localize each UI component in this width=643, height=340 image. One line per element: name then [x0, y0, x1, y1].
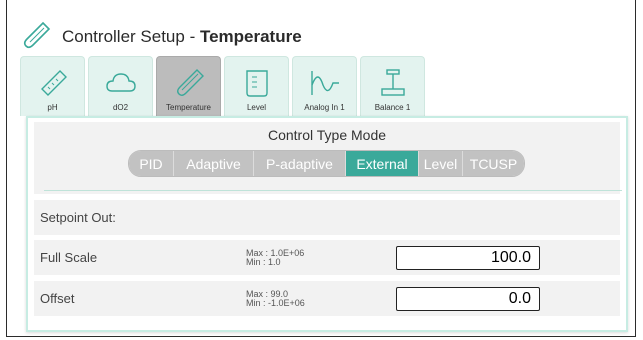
control-mode-selector: PID Adaptive P-adaptive External Level T… [128, 150, 525, 177]
ph-probe-icon [40, 70, 67, 96]
mode-option-pid[interactable]: PID [129, 151, 174, 176]
tab-label: Level [246, 103, 267, 112]
tab-analog-in-1[interactable]: Analog In 1 [292, 56, 357, 116]
tab-label: Balance 1 [374, 103, 411, 112]
waveform-icon [310, 71, 339, 95]
full-scale-row: Full Scale Max : 1.0E+06 Min : 1.0 [34, 240, 620, 275]
setpoint-row: Setpoint Out: [34, 200, 620, 235]
full-scale-min: Min : 1.0 [246, 256, 281, 267]
tab-label: Analog In 1 [304, 103, 345, 112]
offset-min: Min : -1.0E+06 [246, 297, 305, 308]
title-bold: Temperature [199, 27, 302, 46]
offset-range: Max : 99.0 Min : -1.0E+06 [246, 289, 305, 308]
tab-temperature[interactable]: Temperature [156, 56, 221, 116]
offset-label: Offset [40, 291, 75, 306]
tab-level[interactable]: Level [224, 56, 289, 116]
mode-option-tcusp[interactable]: TCUSP [463, 151, 524, 176]
full-scale-input[interactable] [396, 245, 540, 270]
settings-panel: Control Type Mode PID Adaptive P-adaptiv… [26, 116, 628, 332]
sensor-tabs: pH dO2 Temperature Level Analog In 1 Bal… [20, 56, 425, 116]
tab-do2[interactable]: dO2 [88, 56, 153, 116]
divider [44, 190, 622, 191]
tab-balance-1[interactable]: Balance 1 [360, 56, 425, 116]
page-header: Controller Setup - Temperature [22, 20, 302, 55]
mode-option-p-adaptive[interactable]: P-adaptive [254, 151, 346, 176]
setpoint-label: Setpoint Out: [40, 210, 116, 225]
tab-label: pH [47, 103, 58, 112]
mode-option-adaptive[interactable]: Adaptive [174, 151, 254, 176]
thermometer-icon [22, 20, 52, 55]
control-mode-section: Control Type Mode PID Adaptive P-adaptiv… [34, 122, 622, 194]
thermometer-icon [176, 69, 204, 96]
mode-option-external[interactable]: External [346, 151, 419, 176]
mode-option-level[interactable]: Level [419, 151, 463, 176]
cloud-icon [105, 73, 136, 92]
beaker-icon [245, 70, 268, 97]
offset-input[interactable] [396, 286, 540, 311]
offset-row: Offset Max : 99.0 Min : -1.0E+06 [34, 281, 620, 316]
control-mode-title: Control Type Mode [267, 127, 387, 143]
full-scale-label: Full Scale [40, 250, 98, 265]
page-title: Controller Setup - Temperature [62, 27, 302, 47]
title-prefix: Controller Setup - [62, 27, 200, 46]
full-scale-range: Max : 1.0E+06 Min : 1.0 [246, 248, 304, 267]
balance-icon [380, 69, 405, 96]
tab-label: dO2 [112, 103, 129, 112]
tab-ph[interactable]: pH [20, 56, 85, 116]
tab-label: Temperature [166, 103, 211, 112]
